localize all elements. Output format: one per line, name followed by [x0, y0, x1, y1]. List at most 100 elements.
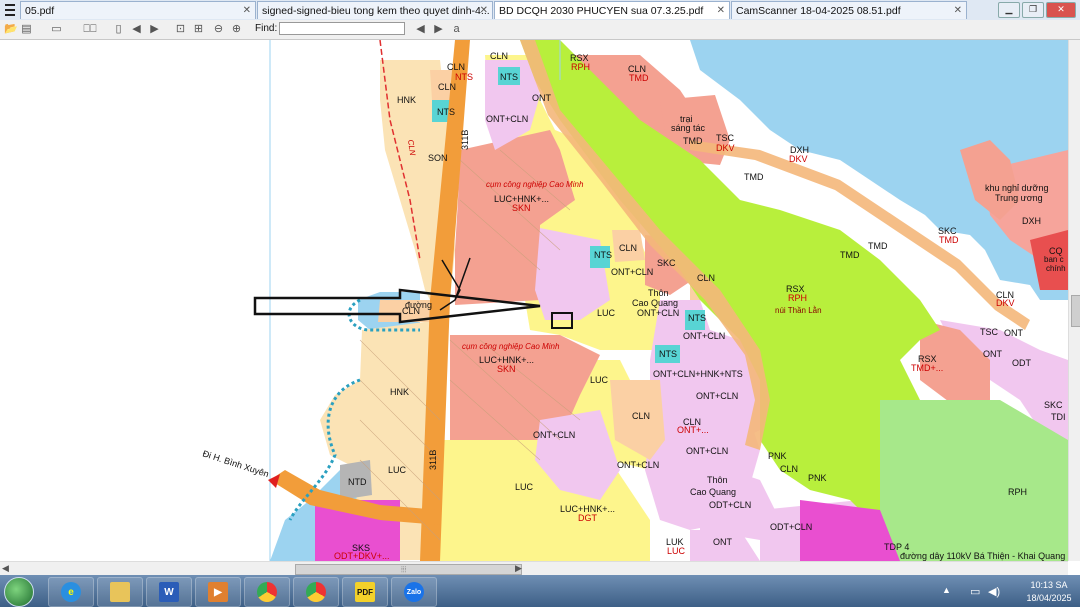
map-label: RPH — [1008, 487, 1027, 497]
map-label: ODT+CLN — [770, 522, 812, 532]
map-label: Trung ương — [995, 193, 1043, 203]
clock[interactable]: 10:13 SA 18/04/2025 — [1024, 579, 1074, 605]
map-label: ONT+CLN — [686, 446, 728, 456]
horizontal-scrollbar[interactable]: ◀ ⦙⦙⦙ ▶ — [0, 561, 1068, 576]
tab-bd-dcqh[interactable]: BD DCQH 2030 PHUCYEN sua 07.3.25.pdf ✕ — [494, 1, 730, 19]
map-label: ONT+CLN+HNK+NTS — [653, 369, 743, 379]
map-label: DXH — [1022, 216, 1041, 226]
zalo-icon[interactable]: Zalo — [391, 577, 437, 607]
zoom-in-icon[interactable]: ⊕ — [230, 23, 243, 35]
close-icon[interactable]: ✕ — [480, 2, 488, 19]
page-number-box[interactable]: ⎕⎕ — [75, 23, 105, 35]
map-label: ONT+CLN — [486, 114, 528, 124]
tab-bar: 05.pdf ✕ signed-signed-bieu tong kem theo… — [0, 0, 1080, 21]
map-label: NTD — [348, 477, 367, 487]
map-label: DKV — [996, 298, 1015, 308]
find-prev-icon[interactable]: ◀ — [414, 23, 427, 35]
zoom-out-icon[interactable]: ⊖ — [212, 23, 225, 35]
close-window-icon[interactable]: ✕ — [1046, 2, 1076, 18]
match-case-icon[interactable]: a — [450, 23, 463, 35]
fit-width-icon[interactable]: ⊞ — [192, 23, 205, 35]
close-icon[interactable]: ✕ — [954, 2, 962, 19]
map-label: khu nghỉ dưỡng — [985, 183, 1048, 193]
tab-signed[interactable]: signed-signed-bieu tong kem theo quyet d… — [257, 1, 493, 19]
map-label: NTS — [688, 313, 706, 323]
word-icon[interactable]: W — [146, 577, 192, 607]
map-label: chính — [1046, 264, 1066, 273]
horizontal-scroll-thumb[interactable]: ⦙⦙⦙ — [295, 564, 522, 575]
tab-label: BD DCQH 2030 PHUCYEN sua 07.3.25.pdf — [499, 5, 704, 17]
map-label: NTS — [455, 72, 473, 82]
map-label: NTS — [659, 349, 677, 359]
tab-05[interactable]: 05.pdf ✕ — [20, 1, 256, 19]
map-label: CLN — [447, 62, 465, 72]
map-label: LUC — [388, 465, 407, 475]
map-label: PNK — [768, 451, 787, 461]
map-label: CLN — [780, 464, 798, 474]
map-label: ONT+CLN — [637, 308, 679, 318]
chrome-icon[interactable] — [244, 577, 290, 607]
vertical-scroll-thumb[interactable] — [1071, 295, 1080, 327]
volume-icon[interactable]: ◀) — [988, 585, 1000, 598]
map-label: LUC — [590, 375, 609, 385]
start-button[interactable] — [4, 577, 34, 607]
media-player-icon[interactable]: ▶ — [195, 577, 241, 607]
land-use-map: 311B 311B CLN NTS CLN NTS HNK CLN NTS ON… — [0, 40, 1068, 561]
fit-page-icon[interactable]: ⊡ — [174, 23, 187, 35]
map-label: NTS — [500, 72, 518, 82]
map-label: ONT — [713, 537, 733, 547]
tab-label: signed-signed-bieu tong kem theo quyet d… — [262, 5, 490, 17]
map-label: HNK — [397, 95, 416, 105]
map-label: ODT — [1012, 358, 1032, 368]
map-label: RPH — [788, 293, 807, 303]
ie-icon[interactable]: e — [48, 577, 94, 607]
map-label: cụm công nghiệp Cao Minh — [486, 180, 584, 189]
scroll-left-icon[interactable]: ◀ — [2, 563, 9, 574]
show-hidden-icon[interactable]: ▲ — [942, 585, 951, 595]
taskbar: e W ▶ PDF Zalo ▲ ▭ ◀) 10:13 SA 18/04/202… — [0, 575, 1080, 607]
map-label: CLN — [697, 273, 715, 283]
find-next-icon[interactable]: ▶ — [432, 23, 445, 35]
map-label: ONT — [532, 93, 552, 103]
map-label: ONT — [1004, 328, 1024, 338]
find-input[interactable] — [279, 22, 405, 35]
map-label: DGT — [578, 513, 598, 523]
maximize-icon[interactable]: ❐ — [1022, 2, 1044, 18]
first-page-icon[interactable]: ▯ — [112, 23, 125, 35]
map-label: CLN — [490, 51, 508, 61]
map-label: DKV — [789, 154, 808, 164]
map-label: NTS — [437, 107, 455, 117]
map-label: CLN — [438, 82, 456, 92]
pdf-reader-icon[interactable]: PDF — [342, 577, 388, 607]
scroll-right-icon[interactable]: ▶ — [515, 563, 522, 574]
vertical-scrollbar[interactable] — [1068, 40, 1080, 561]
road-label: 311B — [460, 130, 470, 150]
map-label: sáng tác — [671, 123, 706, 133]
map-label: núi Thần Lằn — [775, 306, 822, 315]
tab-camscanner[interactable]: CamScanner 18-04-2025 08.51.pdf ✕ — [731, 1, 967, 19]
menu-icon[interactable] — [2, 2, 18, 18]
map-label: ONT+CLN — [696, 391, 738, 401]
map-label: Thôn — [707, 475, 728, 485]
minimize-icon[interactable]: ▁ — [998, 2, 1020, 18]
network-icon[interactable]: ▭ — [970, 585, 980, 598]
map-label: PNK — [808, 473, 827, 483]
map-label: ODT+DKV+... — [334, 551, 390, 561]
map-label: TMD — [868, 241, 888, 251]
open-folder-icon[interactable]: 📂 — [4, 23, 18, 35]
explorer-icon[interactable] — [97, 577, 143, 607]
close-icon[interactable]: ✕ — [243, 2, 251, 19]
chrome-icon[interactable] — [293, 577, 339, 607]
page-icon[interactable]: ▭ — [50, 23, 63, 35]
map-label: ONT+CLN — [617, 460, 659, 470]
map-label: HNK — [390, 387, 409, 397]
map-label: ONT+CLN — [533, 430, 575, 440]
map-label: LUC — [597, 308, 616, 318]
close-icon[interactable]: ✕ — [717, 2, 725, 19]
back-arrow-icon[interactable]: ◀ — [130, 23, 143, 35]
pdf-map-view[interactable]: 311B 311B CLN NTS CLN NTS HNK CLN NTS ON… — [0, 40, 1068, 561]
print-icon[interactable]: ▤ — [20, 23, 33, 35]
map-label: ONT+... — [677, 425, 709, 435]
forward-arrow-icon[interactable]: ▶ — [148, 23, 161, 35]
map-label: SKN — [497, 364, 516, 374]
